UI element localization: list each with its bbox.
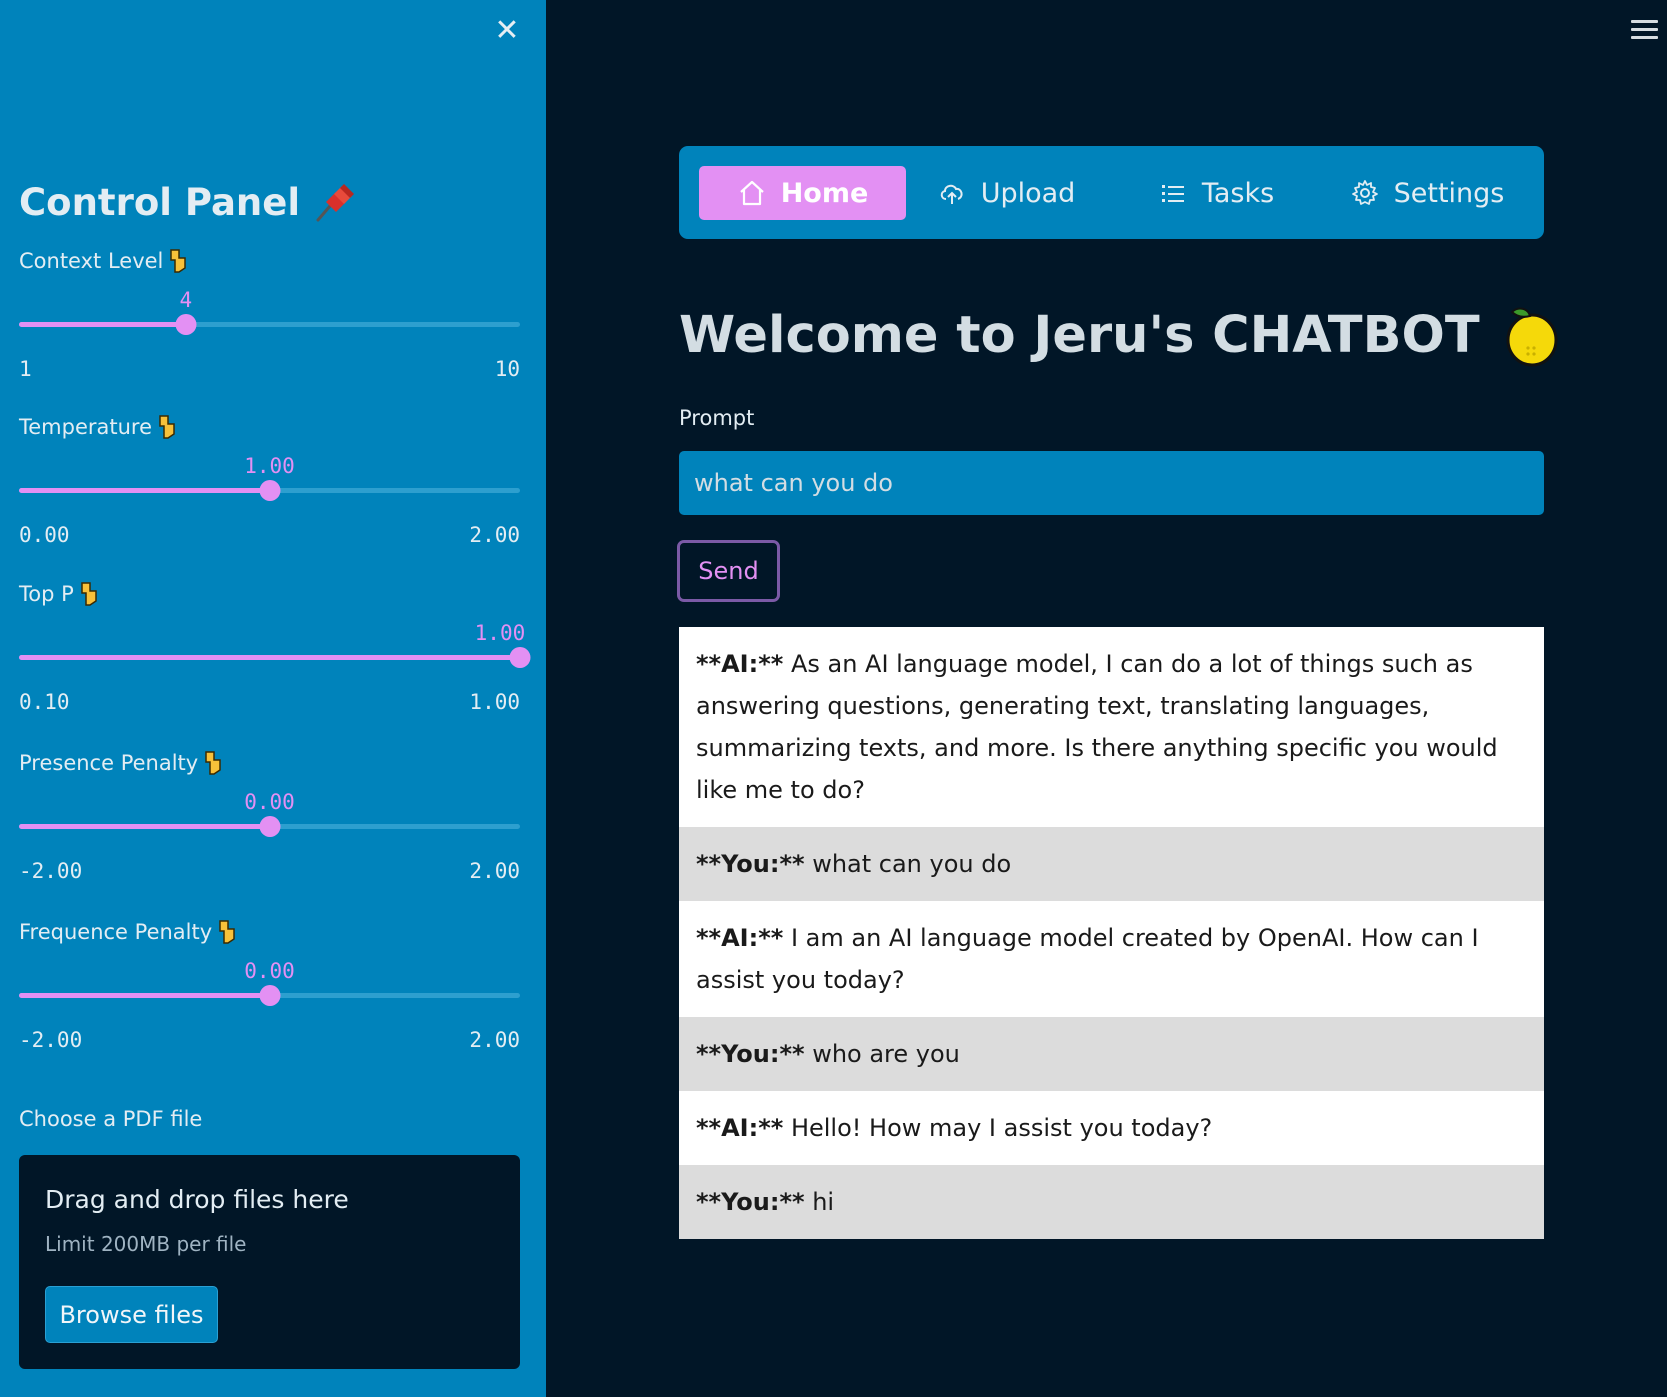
gear-icon (1351, 180, 1378, 205)
slider-thumb[interactable] (175, 314, 197, 335)
slider-min: 1 (19, 357, 32, 381)
slider-min: -2.00 (19, 859, 83, 883)
slider-value: 4 (179, 288, 193, 312)
list-icon (1161, 185, 1184, 202)
slider-max: 2.00 (469, 523, 520, 547)
slider-min: 0.10 (19, 690, 70, 714)
message-prefix: **AI:** (696, 924, 784, 952)
file-dropzone[interactable]: Drag and drop files here Limit 200MB per… (19, 1155, 520, 1369)
slider-label-text: Temperature (19, 415, 153, 439)
home-icon (739, 180, 764, 206)
slider-thumb[interactable] (259, 985, 280, 1006)
slider-thumb[interactable] (259, 480, 280, 501)
chat-message-you: **You:** hi (679, 1165, 1544, 1239)
message-prefix: **AI:** (696, 1114, 784, 1142)
sidebar: ✕ Control Panel Context Level 4 1 10 Tem… (0, 0, 546, 1397)
pointing-hand-icon (81, 582, 97, 606)
chat-history: **AI:** As an AI language model, I can d… (679, 627, 1544, 1239)
pointing-hand-icon (219, 920, 235, 944)
slider-context-level[interactable]: Context Level 4 1 10 (19, 248, 520, 398)
pushpin-icon (316, 184, 355, 222)
slider-thumb[interactable] (259, 816, 280, 837)
chat-message-you: **You:** who are you (679, 1017, 1544, 1091)
close-sidebar-icon[interactable]: ✕ (492, 16, 522, 46)
slider-label-text: Top P (19, 582, 74, 606)
slider-top-p[interactable]: Top P 1.00 0.10 1.00 (19, 581, 531, 731)
message-text: As an AI language model, I can do a lot … (696, 650, 1498, 804)
prompt-label: Prompt (679, 406, 755, 430)
pdf-upload-label: Choose a PDF file (19, 1107, 203, 1131)
nav-label: Settings (1393, 177, 1505, 209)
slider-max: 10 (494, 357, 520, 381)
slider-fill (19, 824, 270, 829)
message-text: I am an AI language model created by Ope… (696, 924, 1479, 994)
slider-label: Top P (19, 581, 100, 607)
message-prefix: **You:** (696, 1188, 805, 1216)
pointing-hand-icon (205, 751, 221, 775)
slider-min: -2.00 (19, 1028, 83, 1052)
message-text: who are you (804, 1040, 960, 1068)
slider-value: 1.00 (474, 621, 526, 645)
browse-files-button[interactable]: Browse files (45, 1286, 218, 1343)
slider-value: 0.00 (244, 790, 295, 814)
message-prefix: **You:** (696, 850, 805, 878)
message-text: Hello! How may I assist you today? (783, 1114, 1213, 1142)
slider-value: 1.00 (244, 454, 295, 478)
slider-presence-penalty[interactable]: Presence Penalty 0.00 -2.00 2.00 (19, 750, 520, 900)
message-text: hi (804, 1188, 835, 1216)
slider-label: Context Level (19, 248, 189, 274)
slider-fill (19, 993, 270, 998)
cloud-upload-icon (940, 184, 963, 204)
slider-label: Temperature (19, 414, 178, 440)
slider-frequence-penalty[interactable]: Frequence Penalty 0.00 -2.00 2.00 (19, 919, 520, 1069)
sidebar-title: Control Panel (19, 180, 356, 224)
chat-message-ai: **AI:** Hello! How may I assist you toda… (679, 1091, 1544, 1165)
slider-label-text: Presence Penalty (19, 751, 199, 775)
dropzone-limit: Limit 200MB per file (45, 1232, 247, 1256)
pointing-hand-icon (170, 249, 187, 273)
slider-thumb[interactable] (509, 647, 531, 668)
hamburger-menu-icon[interactable] (1631, 20, 1658, 42)
slider-value: 0.00 (244, 959, 295, 983)
slider-max: 1.00 (469, 690, 520, 714)
slider-temperature[interactable]: Temperature 1.00 0.00 2.00 (19, 414, 520, 564)
slider-min: 0.00 (19, 523, 70, 547)
page-title-text: Welcome to Jeru's CHATBOT (679, 305, 1480, 365)
slider-fill (19, 322, 186, 327)
nav-label: Tasks (1201, 177, 1275, 209)
chat-message-ai: **AI:** I am an AI language model create… (679, 901, 1544, 1017)
slider-max: 2.00 (469, 1028, 520, 1052)
pointing-hand-icon (159, 415, 175, 439)
sidebar-title-text: Control Panel (19, 180, 301, 224)
chat-message-you: **You:** what can you do (679, 827, 1544, 901)
nav-item-tasks[interactable]: Tasks (1151, 166, 1281, 220)
slider-label: Frequence Penalty (19, 919, 238, 945)
send-button[interactable]: Send (677, 540, 780, 602)
nav-bar: Home Upload Tasks Settings (679, 146, 1544, 239)
slider-fill (19, 488, 270, 493)
nav-item-settings[interactable]: Settings (1347, 166, 1507, 220)
nav-label: Upload (980, 177, 1076, 209)
lemon-icon (1506, 307, 1558, 367)
slider-label: Presence Penalty (19, 750, 224, 776)
nav-label: Home (780, 177, 869, 209)
nav-item-home[interactable]: Home (699, 166, 906, 220)
dropzone-text: Drag and drop files here (45, 1185, 349, 1214)
message-prefix: **You:** (696, 1040, 805, 1068)
prompt-input[interactable] (679, 451, 1544, 515)
chat-message-ai: **AI:** As an AI language model, I can d… (679, 627, 1544, 827)
page-title: Welcome to Jeru's CHATBOT (679, 302, 1562, 368)
slider-max: 2.00 (469, 859, 520, 883)
message-text: what can you do (804, 850, 1012, 878)
nav-item-upload[interactable]: Upload (931, 166, 1081, 220)
message-prefix: **AI:** (696, 650, 784, 678)
slider-label-text: Frequence Penalty (19, 920, 213, 944)
slider-label-text: Context Level (19, 249, 164, 273)
slider-fill (19, 655, 520, 660)
